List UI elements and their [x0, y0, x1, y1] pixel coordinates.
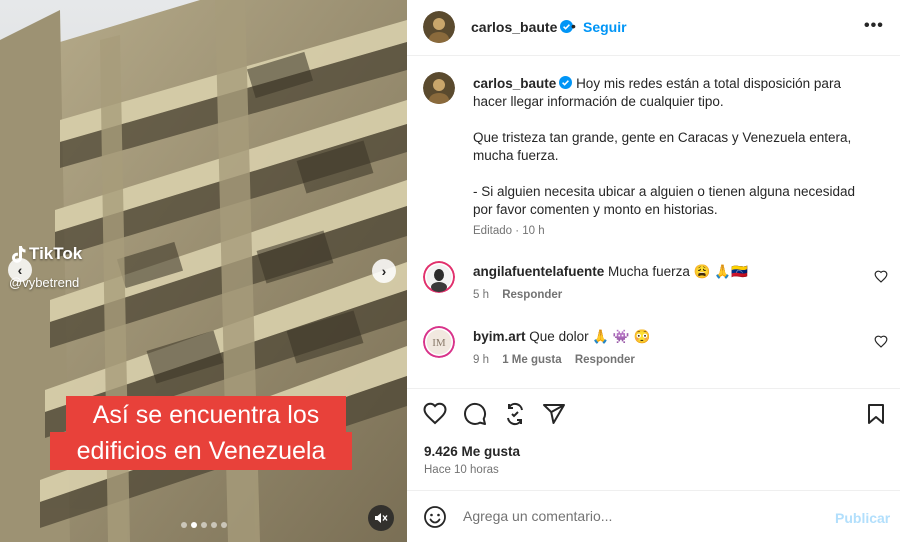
comment-time: 9 h — [473, 354, 489, 366]
caption-text: carlos_baute Hoy mis redes están a total… — [473, 75, 873, 237]
carousel-dot — [201, 522, 207, 528]
caption-username[interactable]: carlos_baute — [473, 76, 556, 91]
likes-count[interactable]: 9.426 Me gusta — [424, 444, 520, 459]
speaker-muted-icon — [375, 513, 388, 523]
author-avatar[interactable] — [423, 11, 455, 43]
next-media-button[interactable]: › — [372, 259, 396, 283]
header-separator: • — [571, 18, 576, 34]
like-comment-heart-icon[interactable] — [874, 270, 888, 284]
commenter-avatar[interactable] — [423, 261, 455, 293]
mute-button[interactable] — [368, 505, 394, 531]
comment-likes[interactable]: 1 Me gusta — [502, 354, 561, 366]
caption-paragraph-3: - Si alguien necesita ubicar a alguien o… — [473, 184, 856, 217]
commenter-avatar[interactable]: IM — [423, 326, 455, 358]
comment-text: angilafuentelafuente Mucha fuerza 😩 🙏🇻🇪 — [473, 264, 748, 280]
comment-input[interactable] — [463, 508, 813, 524]
carousel-indicator — [181, 522, 227, 528]
comment-time: 5 h — [473, 289, 489, 301]
previous-media-button[interactable]: ‹ — [8, 258, 32, 282]
post-timestamp: Hace 10 horas — [424, 464, 499, 476]
comment-meta: 5 h Responder — [473, 289, 562, 301]
like-comment-heart-icon[interactable] — [874, 335, 888, 349]
more-options-icon[interactable]: ••• — [864, 17, 884, 35]
carousel-dot — [211, 522, 217, 528]
caption-author-avatar[interactable] — [423, 72, 455, 104]
follow-button[interactable]: Seguir — [583, 19, 627, 35]
caption-meta: Editado · 10 h — [473, 225, 545, 237]
reply-button[interactable]: Responder — [502, 289, 562, 301]
edited-label: Editado — [473, 225, 513, 237]
comment-body: Que dolor 🙏 👾 😳 — [529, 329, 651, 344]
chevron-right-icon: › — [381, 263, 387, 279]
caption-time: 10 h — [522, 225, 545, 237]
video-caption-line-1: Así se encuentra los — [66, 396, 346, 434]
repost-icon[interactable] — [503, 402, 527, 426]
share-paper-plane-icon[interactable] — [542, 402, 566, 426]
svg-text:IM: IM — [432, 337, 446, 349]
publish-comment-button[interactable]: Publicar — [835, 510, 890, 526]
verified-badge-icon — [559, 76, 573, 89]
reply-button[interactable]: Responder — [575, 354, 635, 366]
post-header: carlos_baute • Seguir ••• — [407, 0, 900, 56]
comment-meta: 9 h 1 Me gusta Responder — [473, 354, 635, 366]
caption-paragraph-2: Que tristeza tan grande, gente en Caraca… — [473, 130, 852, 163]
post-details-panel: carlos_baute • Seguir ••• carlos_baute H… — [407, 0, 900, 542]
actions-divider — [407, 388, 900, 389]
edited-separator: · — [515, 225, 520, 237]
commenter-username[interactable]: byim.art — [473, 329, 526, 344]
chevron-left-icon: ‹ — [17, 262, 23, 278]
save-bookmark-icon[interactable] — [864, 402, 888, 426]
comment-bar: Publicar — [407, 490, 900, 542]
emoji-smiley-icon[interactable] — [423, 505, 447, 529]
comment-bubble-icon[interactable] — [463, 402, 487, 426]
post-media[interactable]: TikTok @vybetrend ‹ › Así se encuentra l… — [0, 0, 407, 542]
carousel-dot — [181, 522, 187, 528]
video-caption-line-2: edificios en Venezuela — [50, 432, 352, 470]
commenter-username[interactable]: angilafuentelafuente — [473, 264, 604, 279]
like-heart-icon[interactable] — [423, 402, 447, 426]
carousel-dot — [191, 522, 197, 528]
author-username[interactable]: carlos_baute — [471, 19, 574, 35]
tiktok-logo-text: TikTok — [29, 244, 83, 263]
comment-text: byim.art Que dolor 🙏 👾 😳 — [473, 329, 650, 345]
comment-body: Mucha fuerza 😩 🙏🇻🇪 — [608, 264, 748, 279]
carousel-dot — [221, 522, 227, 528]
author-username-text[interactable]: carlos_baute — [471, 19, 557, 35]
